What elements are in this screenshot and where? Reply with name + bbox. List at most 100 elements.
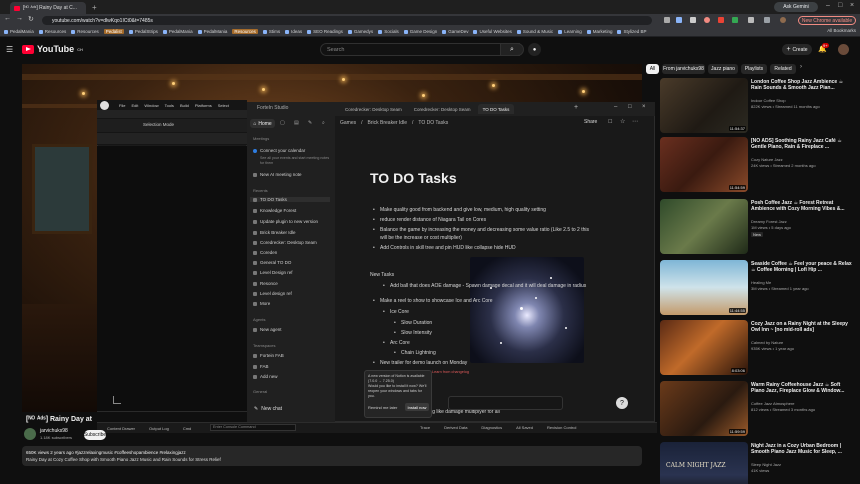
bookmark[interactable]: PedalMania bbox=[197, 29, 227, 34]
extension-icon[interactable] bbox=[676, 17, 682, 23]
channel-name[interactable]: Indoor Coffee Shop bbox=[751, 98, 786, 103]
share-button[interactable]: Share bbox=[584, 119, 597, 125]
browser-tab[interactable]: [ᴺᴼ ᴬᵈˢ] Rainy Day at C... bbox=[10, 2, 86, 14]
channel-name[interactable]: jarvichuks98 bbox=[40, 428, 68, 434]
search-icon[interactable]: ⌕ bbox=[322, 120, 325, 126]
remind-later-button[interactable]: Remind me later bbox=[368, 405, 397, 410]
search-icon[interactable]: ⌕ bbox=[500, 43, 524, 56]
breadcrumb-item[interactable]: Games bbox=[340, 120, 356, 126]
bookmark[interactable]: Pedalist bbox=[103, 29, 124, 34]
channel-avatar[interactable] bbox=[24, 428, 36, 440]
recommended-video[interactable]: 8:03:06 Cozy Jazz on a Rainy Night at th… bbox=[660, 320, 856, 378]
star-icon[interactable]: ☆ bbox=[620, 118, 625, 125]
close-icon[interactable]: × bbox=[850, 2, 854, 9]
content-drawer-button[interactable]: Content Drawer bbox=[107, 426, 135, 431]
channel-name[interactable]: Healing Me bbox=[751, 280, 771, 285]
recommended-video[interactable]: 11:44:55 Seaside Coffee ☕ Feel your peac… bbox=[660, 260, 856, 318]
chip-jazz-piano[interactable]: Jazz piano bbox=[708, 64, 738, 74]
channel-name[interactable]: Cozy Nature Jazz bbox=[751, 157, 783, 162]
notion-tab[interactable]: Coredrecker: Desktop Seam bbox=[340, 104, 407, 114]
revision-control-button[interactable]: Revision Control bbox=[547, 425, 576, 430]
channel-name[interactable]: Calmed by Nature bbox=[751, 340, 783, 345]
bookmark[interactable]: Marketing bbox=[586, 29, 612, 34]
recommended-video[interactable]: 11:54:37 London Coffee Shop Jazz Ambienc… bbox=[660, 78, 856, 136]
sidebar-item[interactable]: Add new bbox=[253, 374, 278, 379]
sidebar-item[interactable]: Level design ref bbox=[253, 291, 292, 296]
chevron-right-icon[interactable]: › bbox=[800, 64, 802, 70]
extension-icon[interactable] bbox=[690, 17, 696, 23]
sidebar-item[interactable]: Level Design ref bbox=[253, 270, 293, 275]
sidebar-item[interactable]: Resonce bbox=[253, 281, 278, 286]
bookmark[interactable]: Ideas bbox=[285, 29, 302, 34]
sidebar-item-todo-tasks[interactable]: TO DO Tasks bbox=[250, 197, 330, 202]
cmd-dropdown[interactable]: Cmd bbox=[183, 426, 191, 431]
bookmark[interactable]: Sound & Music bbox=[516, 29, 553, 34]
menu-item[interactable]: Build bbox=[180, 103, 189, 108]
sidebar-item-more[interactable]: More bbox=[253, 301, 270, 306]
console-input[interactable]: Enter Console Command bbox=[210, 424, 296, 431]
description-box[interactable] bbox=[22, 446, 642, 466]
menu-icon[interactable]: ☰ bbox=[6, 45, 13, 54]
embedded-image[interactable] bbox=[470, 257, 584, 363]
video-thumbnail[interactable]: 11:54:59 bbox=[660, 137, 748, 192]
ask-gemini-button[interactable]: Ask Gemini bbox=[774, 2, 818, 12]
sidebar-item[interactable]: Knowledge Forest bbox=[253, 208, 296, 213]
recommended-video[interactable]: Posh Coffee Jazz ☕ Forest Retreat Ambien… bbox=[660, 199, 856, 257]
search-input[interactable]: Search bbox=[320, 43, 520, 56]
downloads-icon[interactable] bbox=[764, 17, 770, 23]
video-title[interactable]: London Coffee Shop Jazz Ambience ☕ Rain … bbox=[751, 79, 855, 91]
channel-name[interactable]: Dreamy Forest Jazz bbox=[751, 219, 787, 224]
more-icon[interactable]: ⋯ bbox=[632, 118, 638, 125]
video-title[interactable]: Cozy Jazz on a Rainy Night at the Sleepy… bbox=[751, 321, 855, 333]
new-chat-button[interactable]: ✎ New chat bbox=[254, 404, 324, 413]
maximize-icon[interactable]: □ bbox=[838, 2, 842, 9]
video-title[interactable]: Warm Rainy Coffeehouse Jazz ☕ Soft Piano… bbox=[751, 382, 855, 394]
bookmark[interactable]: Resources bbox=[38, 29, 66, 34]
diagnostics-button[interactable]: Diagnostics bbox=[481, 425, 502, 430]
video-thumbnail[interactable]: 8:03:06 bbox=[660, 320, 748, 375]
pages-icon[interactable]: ▤ bbox=[294, 120, 299, 126]
chip-related[interactable]: Related bbox=[770, 64, 796, 74]
all-bookmarks[interactable]: All Bookmarks bbox=[827, 28, 856, 33]
connect-calendar-item[interactable]: Connect your calendar bbox=[253, 148, 305, 153]
bookmark[interactable]: Useful Websites bbox=[473, 29, 512, 34]
changelog-link[interactable]: Learn from changelog bbox=[432, 370, 469, 374]
install-now-button[interactable]: Install now bbox=[405, 403, 429, 411]
home-button[interactable]: ⌂ Home bbox=[250, 119, 275, 128]
new-agent-item[interactable]: New agent bbox=[253, 327, 282, 332]
all-saved-status[interactable]: All Saved bbox=[516, 425, 533, 430]
sidebar-item[interactable]: General TO DO bbox=[253, 260, 291, 265]
editor-viewport[interactable] bbox=[97, 146, 247, 411]
menu-item[interactable]: Tools bbox=[165, 103, 174, 108]
video-thumbnail[interactable] bbox=[660, 199, 748, 254]
inbox-icon[interactable]: ▢ bbox=[280, 120, 285, 126]
back-icon[interactable]: ← bbox=[4, 15, 11, 22]
breadcrumb-item[interactable]: Brick Breaker Idle bbox=[368, 120, 407, 126]
bookmark[interactable]: Learning bbox=[558, 29, 582, 34]
comment-icon[interactable]: ☐ bbox=[608, 119, 612, 125]
extension-icon[interactable] bbox=[732, 17, 738, 23]
menu-item[interactable]: Select bbox=[218, 103, 229, 108]
bookmark[interactable]: Gamedys bbox=[347, 29, 373, 34]
extension-icon[interactable] bbox=[664, 17, 670, 23]
video-thumbnail[interactable]: 11:54:37 bbox=[660, 78, 748, 133]
bookmark[interactable]: PedalStrips bbox=[128, 29, 158, 34]
bookmark[interactable]: Socials bbox=[378, 29, 399, 34]
extension-icon[interactable] bbox=[718, 17, 724, 23]
subscribe-button[interactable]: Subscribe bbox=[84, 430, 106, 440]
mic-icon[interactable]: ● bbox=[528, 43, 541, 56]
bookmark[interactable]: Resources bbox=[232, 29, 258, 34]
sidebar-item[interactable]: Coreden bbox=[253, 250, 277, 255]
sidebar-item[interactable]: FAB bbox=[253, 364, 269, 369]
recommended-video[interactable]: 11:59:59 Warm Rainy Coffeehouse Jazz ☕ S… bbox=[660, 381, 856, 439]
bookmark[interactable]: Stims bbox=[262, 29, 280, 34]
menu-item[interactable]: File bbox=[119, 103, 125, 108]
notion-tab-active[interactable]: TO DO Tasks bbox=[477, 104, 515, 114]
channel-name[interactable]: Coffee Jazz Atmosphere bbox=[751, 401, 795, 406]
youtube-logo[interactable]: YouTube CH bbox=[22, 44, 83, 54]
floating-toolbar[interactable] bbox=[448, 396, 563, 410]
new-tab-icon[interactable]: + bbox=[574, 104, 578, 111]
compose-icon[interactable]: ✎ bbox=[308, 120, 312, 126]
bookmark[interactable]: Resources bbox=[71, 29, 99, 34]
maximize-icon[interactable]: □ bbox=[628, 104, 632, 110]
